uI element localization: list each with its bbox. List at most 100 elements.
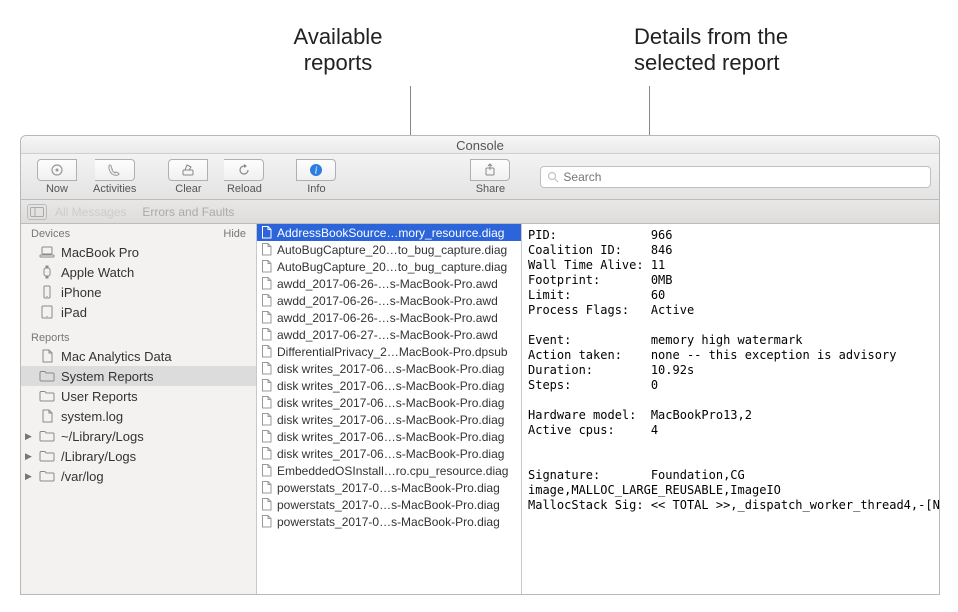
sidebar-item-label: Apple Watch: [61, 265, 134, 280]
sidebar-report-item[interactable]: ▶ ~/Library/Logs: [21, 426, 256, 446]
report-filename: EmbeddedOSInstall…ro.cpu_resource.diag: [277, 464, 517, 478]
report-row[interactable]: awdd_2017-06-26-…s-MacBook-Pro.awd: [257, 309, 521, 326]
report-row[interactable]: disk writes_2017-06…s-MacBook-Pro.diag: [257, 377, 521, 394]
file-icon: [261, 464, 273, 478]
report-filename: awdd_2017-06-27-…s-MacBook-Pro.awd: [277, 328, 517, 342]
phone-icon: [39, 285, 55, 299]
sidebar-item-label: ~/Library/Logs: [61, 429, 144, 444]
folder-icon: [39, 449, 55, 463]
filter-errors-faults[interactable]: Errors and Faults: [142, 205, 234, 219]
report-row[interactable]: EmbeddedOSInstall…ro.cpu_resource.diag: [257, 462, 521, 479]
report-filename: AutoBugCapture_20…to_bug_capture.diag: [277, 260, 517, 274]
sidebar-report-item[interactable]: system.log: [21, 406, 256, 426]
sidebar-device-item[interactable]: MacBook Pro: [21, 242, 256, 262]
report-row[interactable]: disk writes_2017-06…s-MacBook-Pro.diag: [257, 428, 521, 445]
file-icon: [261, 328, 273, 342]
report-filename: AutoBugCapture_20…to_bug_capture.diag: [277, 243, 517, 257]
report-row[interactable]: disk writes_2017-06…s-MacBook-Pro.diag: [257, 411, 521, 428]
report-filename: AddressBookSource…mory_resource.diag: [277, 226, 517, 240]
search-input[interactable]: [563, 170, 924, 184]
reload-button[interactable]: Reload: [216, 157, 272, 197]
folder-icon: [39, 389, 55, 403]
sidebar-report-item[interactable]: User Reports: [21, 386, 256, 406]
report-row[interactable]: disk writes_2017-06…s-MacBook-Pro.diag: [257, 394, 521, 411]
filter-all-messages[interactable]: All Messages: [55, 205, 126, 219]
sidebar-item-label: system.log: [61, 409, 123, 424]
devices-header: Devices: [31, 228, 70, 240]
report-row[interactable]: awdd_2017-06-26-…s-MacBook-Pro.awd: [257, 275, 521, 292]
file-icon: [261, 294, 273, 308]
clear-button[interactable]: Clear: [160, 157, 216, 197]
report-filename: awdd_2017-06-26-…s-MacBook-Pro.awd: [277, 277, 517, 291]
file-icon: [261, 345, 273, 359]
file-icon: [261, 430, 273, 444]
report-row[interactable]: AutoBugCapture_20…to_bug_capture.diag: [257, 241, 521, 258]
folder-icon: [39, 369, 55, 383]
sidebar-item-label: iPhone: [61, 285, 101, 300]
info-button[interactable]: i Info: [288, 157, 344, 197]
filter-bar: All Messages Errors and Faults: [21, 200, 939, 224]
report-row[interactable]: awdd_2017-06-27-…s-MacBook-Pro.awd: [257, 326, 521, 343]
reports-header: Reports: [31, 332, 70, 344]
sidebar-report-item[interactable]: ▶ /var/log: [21, 466, 256, 486]
report-filename: awdd_2017-06-26-…s-MacBook-Pro.awd: [277, 311, 517, 325]
hide-devices-button[interactable]: Hide: [223, 228, 246, 240]
report-row[interactable]: AutoBugCapture_20…to_bug_capture.diag: [257, 258, 521, 275]
disclosure-triangle-icon[interactable]: ▶: [25, 451, 35, 462]
report-row[interactable]: awdd_2017-06-26-…s-MacBook-Pro.awd: [257, 292, 521, 309]
watch-icon: [39, 265, 55, 279]
activities-button[interactable]: Activities: [85, 157, 144, 197]
file-icon: [39, 409, 55, 423]
file-icon: [39, 349, 55, 363]
report-row[interactable]: disk writes_2017-06…s-MacBook-Pro.diag: [257, 445, 521, 462]
sidebar-report-item[interactable]: ▶/Library/Logs: [21, 446, 256, 466]
report-filename: powerstats_2017-0…s-MacBook-Pro.diag: [277, 498, 517, 512]
report-filename: powerstats_2017-0…s-MacBook-Pro.diag: [277, 481, 517, 495]
reports-list[interactable]: AddressBookSource…mory_resource.diag Auto…: [257, 224, 522, 594]
sidebar-report-item[interactable]: System Reports: [21, 366, 256, 386]
sidebar-device-item[interactable]: Apple Watch: [21, 262, 256, 282]
window-title: Console: [456, 138, 504, 153]
report-filename: disk writes_2017-06…s-MacBook-Pro.diag: [277, 379, 517, 393]
sidebar-item-label: /var/log: [61, 469, 104, 484]
report-row[interactable]: disk writes_2017-06…s-MacBook-Pro.diag: [257, 360, 521, 377]
search-field[interactable]: [540, 166, 931, 188]
sidebar: Devices Hide MacBook Pro Apple Watch iPhon…: [21, 224, 257, 594]
sidebar-report-item[interactable]: Mac Analytics Data: [21, 346, 256, 366]
titlebar[interactable]: Console: [21, 136, 939, 154]
sidebar-item-label: User Reports: [61, 389, 138, 404]
info-icon: i: [309, 163, 323, 177]
report-filename: disk writes_2017-06…s-MacBook-Pro.diag: [277, 396, 517, 410]
svg-text:i: i: [315, 165, 318, 176]
report-filename: disk writes_2017-06…s-MacBook-Pro.diag: [277, 362, 517, 376]
share-button[interactable]: Share: [462, 157, 518, 197]
file-icon: [261, 498, 273, 512]
disclosure-triangle-icon[interactable]: ▶: [25, 471, 35, 482]
report-row[interactable]: AddressBookSource…mory_resource.diag: [257, 224, 521, 241]
report-row[interactable]: powerstats_2017-0…s-MacBook-Pro.diag: [257, 496, 521, 513]
file-icon: [261, 447, 273, 461]
sidebar-toggle-icon[interactable]: [27, 204, 47, 220]
report-row[interactable]: powerstats_2017-0…s-MacBook-Pro.diag: [257, 479, 521, 496]
report-details-pane[interactable]: PID: 966 Coalition ID: 846 Wall Time Ali…: [522, 224, 939, 594]
phone-icon: [107, 163, 121, 177]
clear-icon: [181, 163, 195, 177]
annotation-details-selected: Details from the selected report: [634, 24, 788, 76]
report-row[interactable]: DifferentialPrivacy_2…MacBook-Pro.dpsub: [257, 343, 521, 360]
sidebar-device-item[interactable]: iPhone: [21, 282, 256, 302]
report-filename: disk writes_2017-06…s-MacBook-Pro.diag: [277, 430, 517, 444]
target-icon: [50, 163, 64, 177]
share-icon: [483, 163, 497, 177]
sidebar-device-item[interactable]: iPad: [21, 302, 256, 322]
sidebar-item-label: iPad: [61, 305, 87, 320]
report-filename: disk writes_2017-06…s-MacBook-Pro.diag: [277, 447, 517, 461]
disclosure-triangle-icon[interactable]: ▶: [25, 431, 35, 442]
file-icon: [261, 311, 273, 325]
sidebar-item-label: System Reports: [61, 369, 153, 384]
folder-icon: [39, 469, 55, 483]
report-row[interactable]: powerstats_2017-0…s-MacBook-Pro.diag: [257, 513, 521, 530]
file-icon: [261, 515, 273, 529]
file-icon: [261, 413, 273, 427]
file-icon: [261, 481, 273, 495]
now-button[interactable]: Now: [29, 157, 85, 197]
